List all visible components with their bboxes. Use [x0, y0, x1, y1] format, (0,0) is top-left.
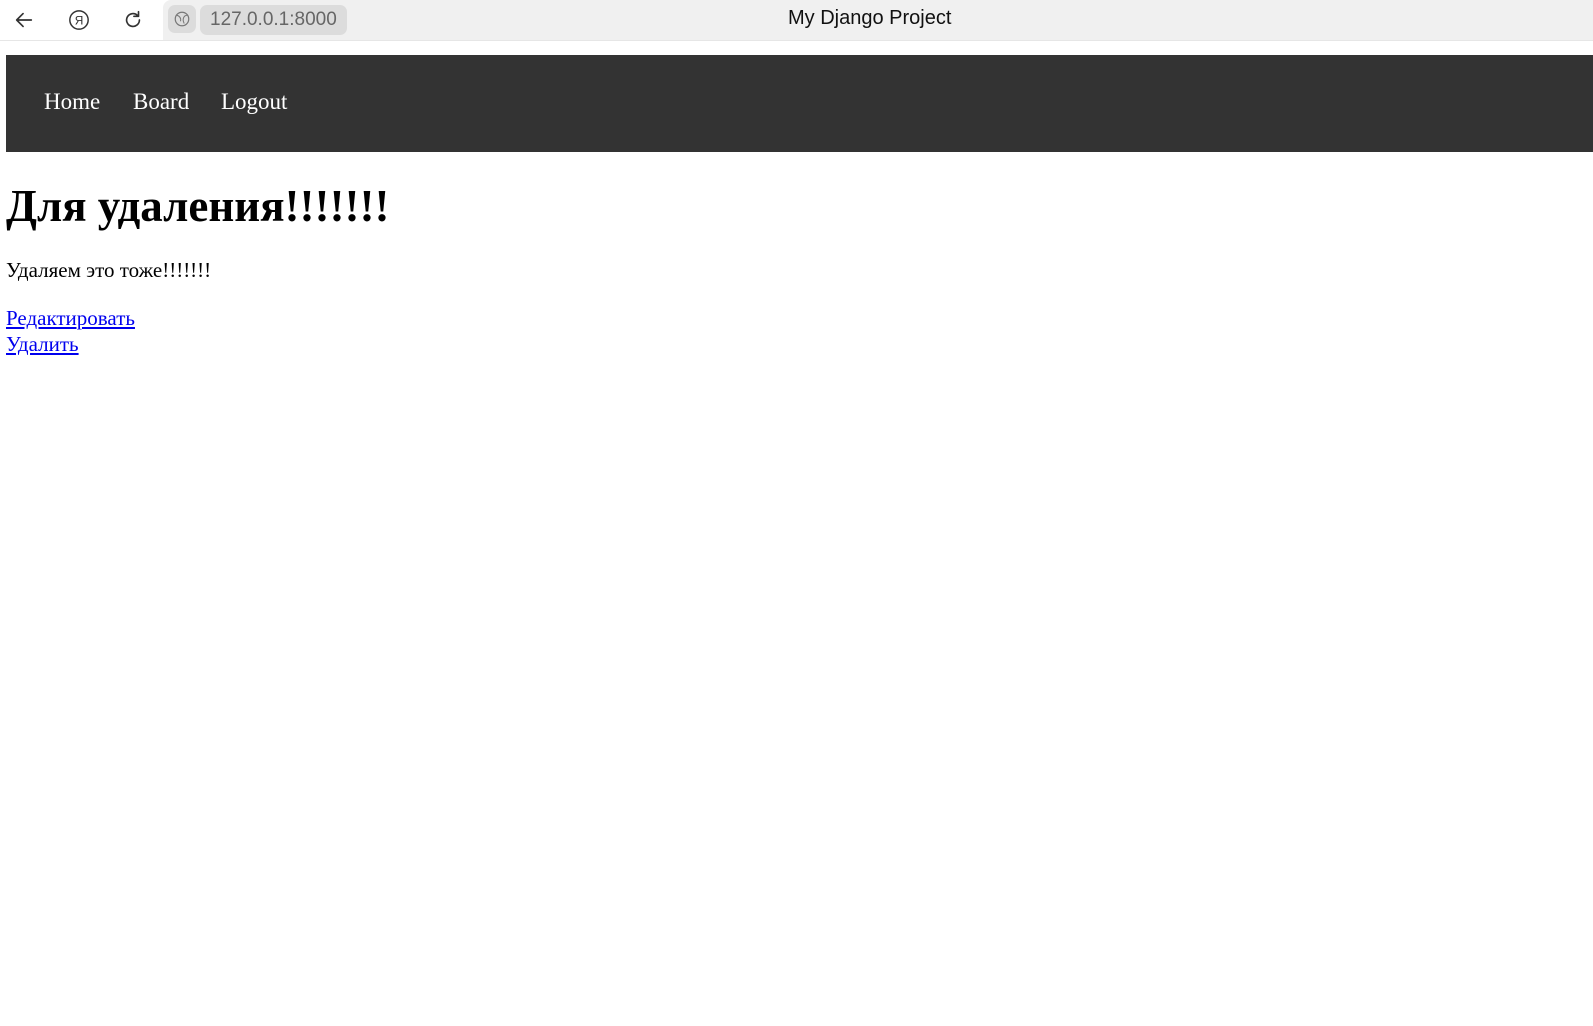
browser-toolbar: Я 127.0.0.1:8000 My Django Project: [0, 0, 1593, 41]
nav-logout-link[interactable]: Logout: [221, 89, 287, 115]
reload-icon: [125, 10, 141, 28]
page-title: My Django Project: [788, 7, 952, 29]
site-info-button[interactable]: [168, 5, 196, 33]
arrow-left-icon: [15, 12, 33, 28]
post-body: Удаляем это тоже!!!!!!!: [6, 258, 212, 282]
site-navbar: Home Board Logout: [6, 55, 1593, 152]
nav-board-link[interactable]: Board: [133, 89, 189, 115]
yandex-icon: Я: [69, 10, 89, 30]
edit-link[interactable]: Редактировать: [6, 306, 135, 331]
back-button[interactable]: [8, 4, 40, 36]
globe-icon: [174, 11, 190, 27]
yandex-home-button[interactable]: Я: [63, 4, 95, 36]
post-title: Для удаления!!!!!!!: [6, 181, 390, 231]
nav-home-link[interactable]: Home: [44, 89, 100, 115]
delete-link[interactable]: Удалить: [6, 332, 79, 357]
url-text[interactable]: 127.0.0.1:8000: [200, 5, 347, 35]
reload-button[interactable]: [117, 4, 149, 36]
svg-text:Я: Я: [75, 14, 84, 28]
